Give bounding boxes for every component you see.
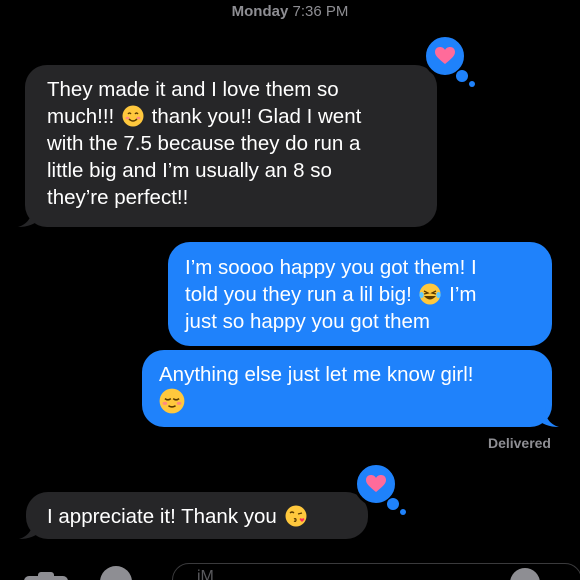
- message-bubble-received[interactable]: I appreciate it! Thank you: [19, 492, 368, 539]
- message-text-line: Anything else just let me know girl!: [159, 363, 474, 386]
- tears-of-joy-icon: [419, 283, 442, 305]
- message-text-fragment: much!!!: [47, 105, 120, 128]
- bubble-tail: [19, 519, 41, 539]
- tapback-tail-dot: [469, 81, 475, 87]
- smiling-face-icon: [122, 105, 144, 127]
- message-bubble-received[interactable]: They made it and I love them so much!!! …: [18, 65, 437, 227]
- message-text-line: just so happy you got them: [185, 310, 431, 333]
- message-text-line: told you they run a lil big! I’m: [185, 281, 552, 308]
- heart-icon: [435, 47, 455, 64]
- tapback-tail-dot: [456, 70, 468, 82]
- camera-icon[interactable]: [22, 570, 70, 580]
- timestamp-day: Monday: [231, 3, 289, 20]
- message-text-line: I’m soooo happy you got them! I: [185, 256, 477, 279]
- message-text-line: little big and I’m usually an 8 so: [47, 159, 332, 182]
- message-text-line: I appreciate it! Thank you: [47, 503, 368, 530]
- timestamp-time: 7:36 PM: [292, 3, 349, 20]
- relieved-face-icon: [159, 388, 185, 414]
- app-store-icon[interactable]: [100, 566, 132, 580]
- message-text-line: [159, 388, 552, 417]
- message-text-fragment: thank you!! Glad I went: [145, 105, 362, 128]
- bubble-tail: [18, 207, 40, 227]
- message-text-line: They made it and I love them so: [47, 78, 339, 101]
- tapback-tail-dot: [387, 498, 399, 510]
- message-bubble-sent[interactable]: I’m soooo happy you got them! I told you…: [168, 242, 552, 346]
- message-text-fragment: I appreciate it! Thank you: [47, 505, 283, 528]
- tapback-tail-dot: [400, 509, 406, 515]
- heart-icon: [366, 475, 386, 492]
- message-text-fragment: told you they run a lil big!: [185, 283, 418, 306]
- conversation-timestamp: Monday 7:36 PM: [0, 3, 580, 20]
- message-bubble-sent[interactable]: Anything else just let me know girl!: [142, 350, 559, 427]
- messages-screen: Monday 7:36 PM They made it and I love t…: [0, 0, 580, 580]
- message-text-fragment: I’m: [443, 283, 477, 306]
- message-text-line: with the 7.5 because they do run a: [47, 132, 361, 155]
- kissing-face-icon: [285, 505, 307, 527]
- message-text-line: much!!! thank you!! Glad I went: [47, 103, 437, 130]
- delivered-status: Delivered: [487, 435, 551, 451]
- bubble-tail: [537, 407, 559, 427]
- message-text-line: they’re perfect!!: [47, 186, 189, 209]
- composer-bar: iM: [0, 562, 580, 580]
